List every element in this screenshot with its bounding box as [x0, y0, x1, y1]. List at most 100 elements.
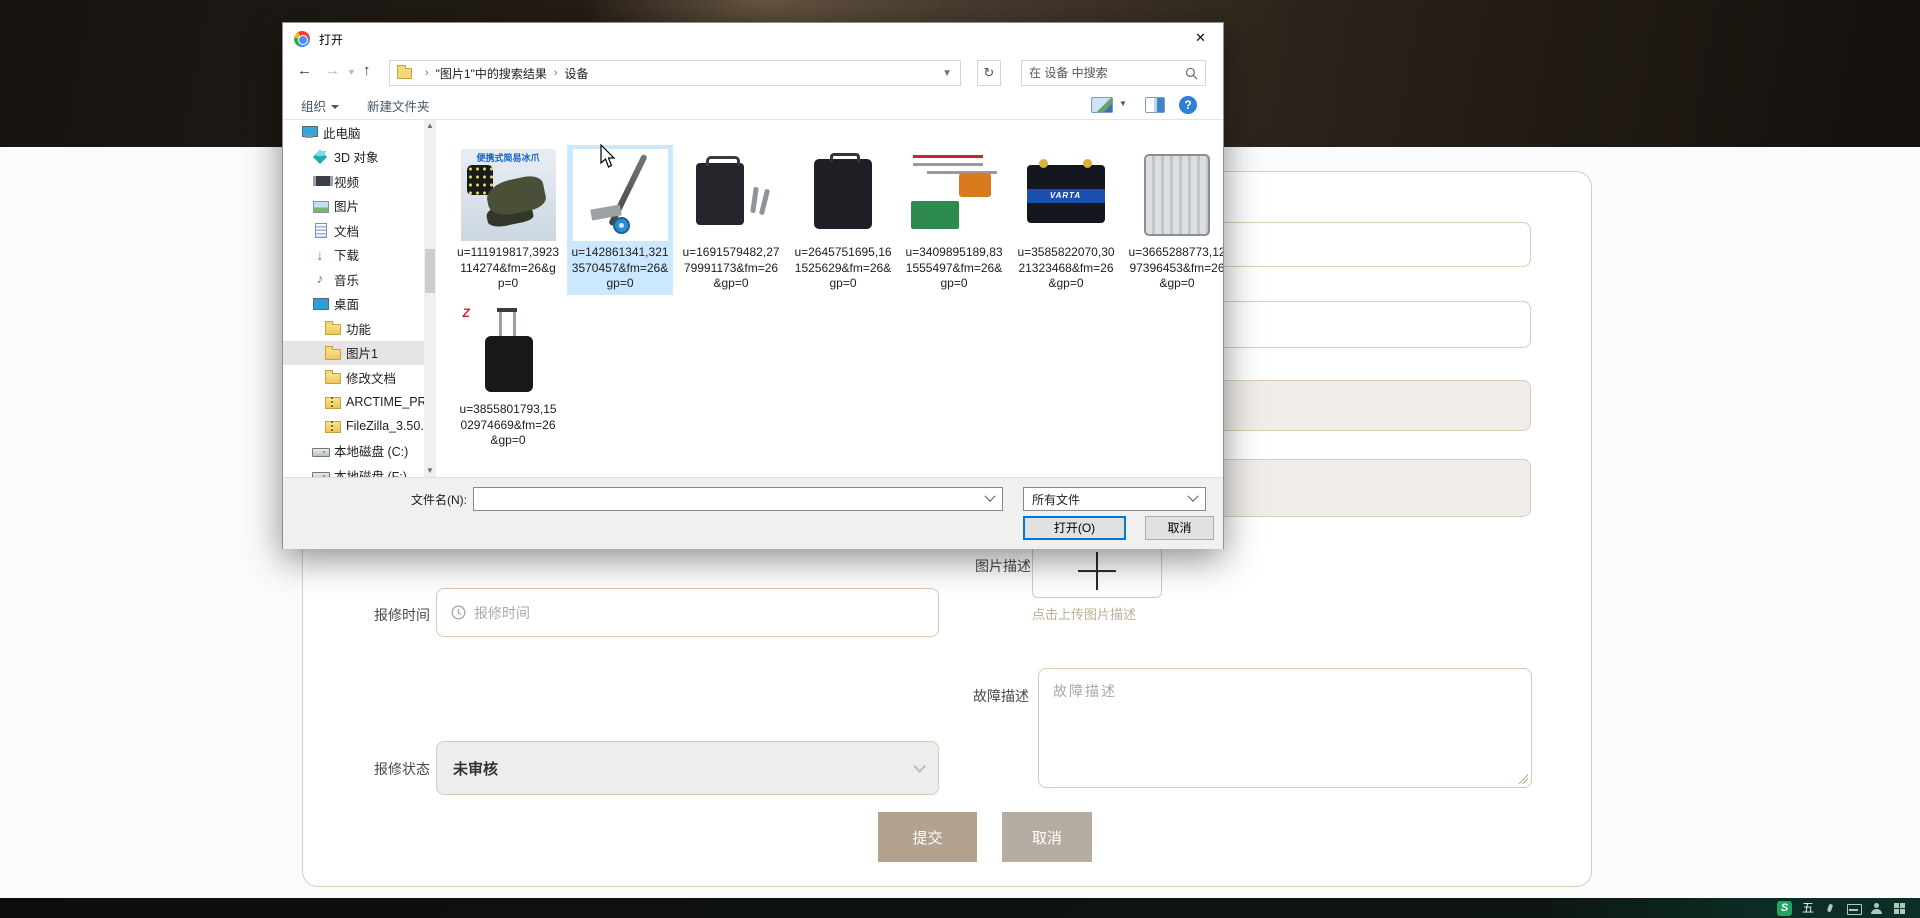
view-mode-icon[interactable]	[1091, 97, 1113, 113]
file-grid: 便携式简易冰爪 u=111919817,3923114274&fm=26&gp=…	[455, 120, 1223, 477]
wps-tray-icon[interactable]: S	[1777, 901, 1792, 916]
sidebar-item-videos[interactable]: 视频	[283, 169, 424, 194]
sidebar-item-disk-c[interactable]: 本地磁盘 (C:)	[283, 439, 424, 464]
dialog-footer: 文件名(N): 所有文件 打开(O) 取消	[283, 477, 1223, 549]
repair-status-value: 未审核	[453, 758, 913, 779]
help-button[interactable]: ?	[1179, 96, 1197, 114]
dialog-titlebar[interactable]: 打开 ✕	[283, 23, 1223, 55]
dialog-command-bar: 组织 新建文件夹 ▼ ?	[283, 91, 1223, 119]
search-icon	[1185, 67, 1198, 80]
scroll-up-icon[interactable]: ▲	[424, 120, 436, 132]
ime-indicator[interactable]: 五	[1802, 898, 1814, 918]
pictures-icon	[312, 198, 328, 214]
sidebar-item-filezilla[interactable]: FileZilla_3.50.0	[283, 414, 424, 439]
open-button[interactable]: 打开(O)	[1023, 516, 1126, 540]
ime-mode-icon[interactable]	[1824, 902, 1837, 915]
file-item[interactable]: 便携式简易冰爪 u=111919817,3923114274&fm=26&gp=…	[455, 145, 561, 295]
image-desc-label: 图片描述	[975, 556, 1031, 576]
video-icon	[312, 173, 328, 189]
scrollbar-thumb[interactable]	[425, 249, 435, 293]
people-tray-icon[interactable]	[1870, 902, 1883, 915]
breadcrumb-chevron-icon: ›	[554, 67, 558, 79]
zip-folder-icon	[324, 394, 340, 410]
file-type-value: 所有文件	[1024, 491, 1189, 508]
clock-icon	[451, 605, 466, 620]
sidebar-item-this-pc[interactable]: 此电脑	[283, 120, 424, 145]
sidebar-item-xiugai-wendang[interactable]: 修改文档	[283, 365, 424, 390]
file-item[interactable]: Z u=3855801793,1502974669&fm=26&gp=0	[455, 302, 561, 452]
back-button[interactable]: ←	[297, 62, 312, 79]
file-name: u=3665288773,1297396453&fm=26&gp=0	[1124, 245, 1223, 292]
fault-desc-textarea[interactable]	[1039, 669, 1531, 787]
folder-icon	[324, 345, 340, 361]
organize-menu[interactable]: 组织	[301, 96, 339, 115]
sidebar-item-documents[interactable]: 文档	[283, 218, 424, 243]
history-chevron-icon[interactable]: ▼	[347, 67, 356, 77]
preview-pane-icon[interactable]	[1145, 97, 1165, 113]
repair-time-field[interactable]	[474, 605, 924, 621]
dialog-title: 打开	[319, 31, 343, 48]
file-type-select[interactable]: 所有文件	[1023, 487, 1206, 511]
file-item[interactable]: u=3665288773,1297396453&fm=26&gp=0	[1124, 145, 1223, 295]
filename-combobox[interactable]	[473, 487, 1003, 511]
taskbar: S 五	[0, 898, 1920, 918]
fault-desc-label: 故障描述	[973, 686, 1029, 706]
document-icon	[312, 222, 328, 238]
file-item[interactable]: u=3409895189,831555497&fm=26&gp=0	[901, 145, 1007, 295]
sidebar-item-disk-f[interactable]: 本地磁盘 (F:)	[283, 463, 424, 477]
submit-button[interactable]: 提交	[878, 812, 977, 862]
upload-hint: 点击上传图片描述	[1032, 604, 1136, 623]
filename-input[interactable]	[474, 492, 986, 506]
sidebar-item-pictures[interactable]: 图片	[283, 194, 424, 219]
sidebar-scrollbar[interactable]: ▲ ▼	[424, 120, 436, 477]
close-button[interactable]: ✕	[1178, 23, 1223, 53]
download-arrow-icon: ↓	[312, 247, 328, 263]
file-thumbnail: VARTA	[1019, 149, 1114, 241]
repair-status-select[interactable]: 未审核	[436, 741, 939, 795]
file-thumbnail	[1130, 149, 1224, 241]
up-button[interactable]: ↑	[363, 62, 371, 79]
sidebar-item-tupian1[interactable]: 图片1	[283, 341, 424, 366]
breadcrumb-search-results[interactable]: "图片1"中的搜索结果	[436, 65, 547, 82]
search-box[interactable]	[1021, 60, 1206, 86]
resize-grip-icon[interactable]	[1518, 774, 1528, 784]
scroll-down-icon[interactable]: ▼	[424, 465, 436, 477]
file-thumbnail	[573, 149, 668, 241]
file-item[interactable]: u=2645751695,161525629&fm=26&gp=0	[790, 145, 896, 295]
file-thumbnail	[684, 149, 779, 241]
zip-folder-icon	[324, 418, 340, 434]
search-input[interactable]	[1029, 66, 1185, 80]
dialog-cancel-button[interactable]: 取消	[1145, 516, 1214, 540]
address-bar[interactable]: › "图片1"中的搜索结果 › 设备 ▼	[389, 60, 961, 86]
address-dropdown-icon[interactable]: ▼	[934, 68, 960, 79]
breadcrumb-current-folder[interactable]: 设备	[565, 65, 589, 82]
hard-drive-icon	[312, 467, 328, 477]
form-cancel-button[interactable]: 取消	[1002, 812, 1092, 862]
view-mode-caret-icon[interactable]: ▼	[1119, 99, 1127, 108]
chevron-down-icon[interactable]	[984, 491, 995, 502]
chevron-down-icon	[913, 760, 926, 773]
breadcrumb-chevron-icon: ›	[425, 67, 429, 79]
sidebar-item-3d-objects[interactable]: 3D 对象	[283, 145, 424, 170]
refresh-button[interactable]: ↻	[977, 60, 1001, 86]
touch-keyboard-icon[interactable]	[1847, 902, 1860, 915]
forward-button: →	[325, 62, 340, 79]
dialog-navbar: ← → ▼ ↑ › "图片1"中的搜索结果 › 设备 ▼ ↻	[283, 55, 1223, 91]
new-folder-button[interactable]: 新建文件夹	[367, 96, 430, 115]
repair-time-label: 报修时间	[374, 605, 430, 625]
sidebar-item-arctime-pro[interactable]: ARCTIME_PRO	[283, 390, 424, 415]
file-item[interactable]: u=1691579482,2779991173&fm=26&gp=0	[678, 145, 784, 295]
plus-icon	[1078, 552, 1116, 590]
repair-time-input[interactable]	[436, 588, 939, 637]
file-name: u=3409895189,831555497&fm=26&gp=0	[901, 245, 1007, 292]
sidebar-item-downloads[interactable]: ↓下载	[283, 243, 424, 268]
file-item[interactable]: VARTA u=3585822070,3021323468&fm=26&gp=0	[1013, 145, 1119, 295]
file-item-selected[interactable]: u=142861341,3213570457&fm=26&gp=0	[567, 145, 673, 295]
folder-tree: 此电脑 3D 对象 视频 图片 文档 ↓下载 ♪音乐 桌面 功能 图片1 修改文…	[283, 120, 424, 477]
sidebar-item-gongneng[interactable]: 功能	[283, 316, 424, 341]
file-name: u=111919817,3923114274&fm=26&gp=0	[455, 245, 561, 292]
sidebar-item-desktop[interactable]: 桌面	[283, 292, 424, 317]
sidebar-item-music[interactable]: ♪音乐	[283, 267, 424, 292]
ime-toolbar-icon[interactable]	[1893, 902, 1906, 915]
file-thumbnail: Z	[461, 306, 556, 398]
